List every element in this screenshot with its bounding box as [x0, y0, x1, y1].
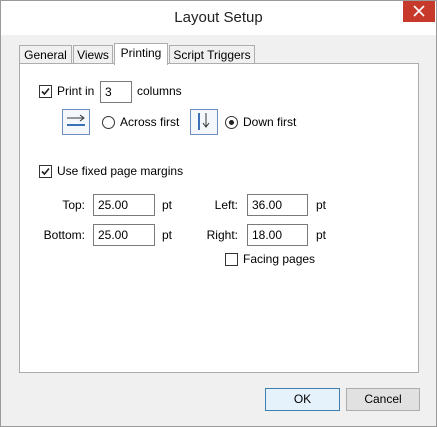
checkmark-icon — [41, 87, 50, 96]
across-first-radio[interactable] — [102, 116, 115, 129]
top-unit-label: pt — [162, 198, 173, 212]
title-bar: Layout Setup — [1, 1, 436, 35]
top-margin-input[interactable]: 25.00 — [93, 194, 155, 216]
tab-printing[interactable]: Printing — [114, 43, 168, 65]
ok-button[interactable]: OK — [265, 388, 340, 411]
print-in-checkbox[interactable] — [39, 85, 52, 98]
bottom-label: Bottom: — [43, 228, 85, 242]
close-button[interactable] — [403, 1, 435, 22]
right-label: Right: — [206, 228, 238, 242]
checkmark-icon — [41, 167, 50, 176]
down-first-label: Down first — [243, 115, 297, 129]
use-fixed-margins-checkbox[interactable] — [39, 165, 52, 178]
down-first-radio[interactable] — [225, 116, 238, 129]
right-margin-input[interactable]: 18.00 — [247, 224, 308, 246]
top-label: Top: — [62, 198, 85, 212]
tab-views[interactable]: Views — [73, 45, 113, 64]
right-unit-label: pt — [316, 228, 327, 242]
window-title: Layout Setup — [174, 9, 263, 26]
print-in-label: Print in — [57, 84, 95, 98]
columns-input[interactable]: 3 — [100, 81, 132, 103]
across-first-label: Across first — [120, 115, 180, 129]
facing-pages-checkbox[interactable] — [225, 253, 238, 266]
bottom-margin-input[interactable]: 25.00 — [93, 224, 155, 246]
facing-pages-label: Facing pages — [243, 252, 316, 266]
printing-panel: Print in 3 columns Across first Down fir… — [19, 63, 419, 373]
use-fixed-margins-label: Use fixed page margins — [57, 164, 184, 178]
left-unit-label: pt — [316, 198, 327, 212]
across-first-icon — [62, 109, 90, 135]
close-icon — [413, 5, 425, 17]
columns-label: columns — [137, 84, 182, 98]
tab-script-triggers[interactable]: Script Triggers — [169, 45, 255, 64]
layout-setup-dialog: Layout Setup General Views Printing Scri… — [0, 0, 437, 427]
tab-general[interactable]: General — [19, 45, 72, 64]
bottom-unit-label: pt — [162, 228, 173, 242]
left-label: Left: — [214, 198, 238, 212]
cancel-button[interactable]: Cancel — [346, 388, 420, 411]
down-first-icon — [190, 109, 218, 135]
left-margin-input[interactable]: 36.00 — [247, 194, 308, 216]
